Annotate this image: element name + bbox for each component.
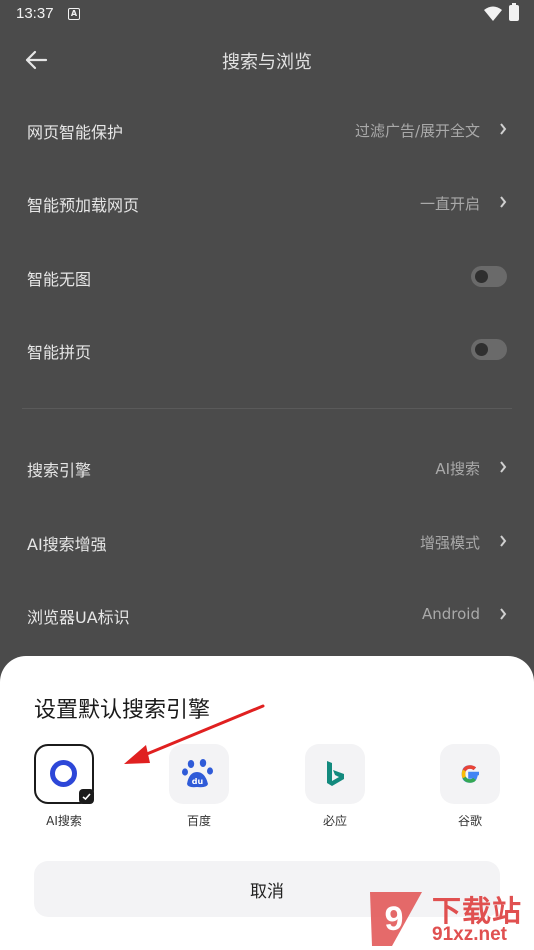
sheet-title: 设置默认搜索引擎 [34,698,211,723]
setting-label: 搜索引擎 [27,461,92,480]
status-bar: 13:37 A [0,0,534,28]
setting-row-web-protection[interactable]: 网页智能保护 过滤广告/展开全文 [0,105,534,155]
engine-tile[interactable] [305,744,365,804]
setting-label: 网页智能保护 [27,123,124,142]
setting-row-ua[interactable]: 浏览器UA标识 Android [0,590,534,640]
setting-label: AI搜索增强 [27,535,107,554]
setting-value: 一直开启 [419,195,480,213]
svg-text:du: du [192,777,204,786]
engine-label: 谷歌 [457,814,482,828]
setting-row-search-engine[interactable]: 搜索引擎 AI搜索 [0,443,534,493]
chevron-right-icon [500,461,507,473]
chevron-right-icon [500,123,507,135]
chevron-right-icon [500,196,507,208]
engine-option-bing[interactable]: 必应 [287,744,383,844]
engine-label: 百度 [186,814,211,828]
baidu-icon: du [182,759,213,788]
setting-value: AI搜索 [435,460,480,478]
watermark-logo-text: 9 [385,900,404,938]
setting-row-preload[interactable]: 智能预加载网页 一直开启 [0,178,534,228]
setting-row-ai-enhance[interactable]: AI搜索增强 增强模式 [0,517,534,567]
setting-row-page-merge: 智能拼页 [0,325,534,375]
setting-value: 过滤广告/展开全文 [354,122,480,140]
page-merge-toggle[interactable] [471,339,507,360]
no-image-toggle[interactable] [471,266,507,287]
google-icon [461,765,479,783]
engine-option-baidu[interactable]: du 百度 [151,744,247,844]
engine-tile[interactable]: du [169,744,229,804]
selected-check-icon [79,789,94,804]
engine-label: 必应 [322,814,347,828]
watermark-logo: 9 [370,892,422,946]
chevron-right-icon [500,608,507,620]
status-time: 13:37 [16,5,54,22]
notification-icon: A [68,8,80,20]
battery-icon [509,3,519,21]
header: 搜索与浏览 [0,34,534,86]
setting-label: 智能预加载网页 [27,196,140,215]
bing-icon [327,761,344,786]
engine-option-ai-search[interactable]: AI搜索 [16,744,112,844]
engine-tile[interactable] [440,744,500,804]
chevron-right-icon [500,535,507,547]
wifi-icon [484,6,502,21]
setting-row-no-image: 智能无图 [0,252,534,302]
page-title: 搜索与浏览 [222,52,312,73]
setting-label: 浏览器UA标识 [27,608,130,627]
engine-tile[interactable] [34,744,94,804]
watermark-url: 91xz.net [432,924,507,945]
setting-value: 增强模式 [419,534,480,552]
section-divider [22,408,512,409]
setting-value: Android [422,605,480,623]
setting-label: 智能拼页 [27,343,92,362]
site-watermark: 9 下载站 91xz.net [362,884,534,950]
engine-label: AI搜索 [46,814,82,828]
setting-label: 智能无图 [27,270,92,289]
engine-option-google[interactable]: 谷歌 [422,744,518,844]
